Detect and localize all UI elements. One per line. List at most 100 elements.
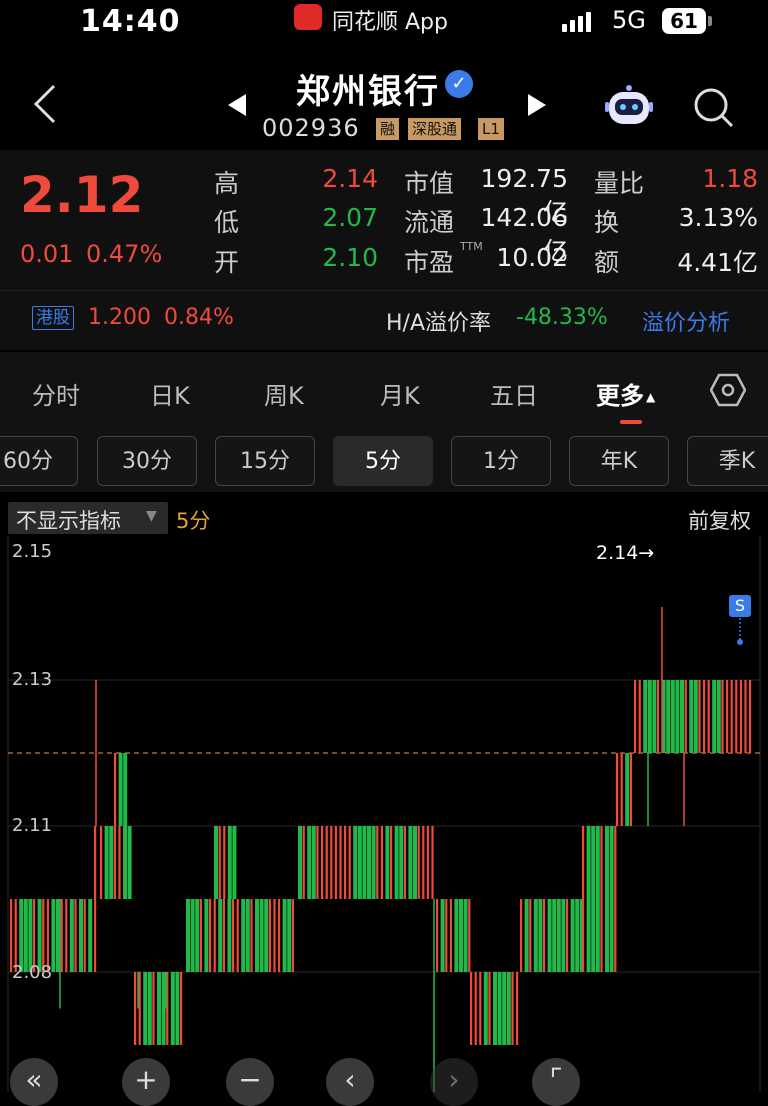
candle-bar	[575, 899, 580, 972]
candle-bar	[506, 972, 511, 1045]
tab-daily-k[interactable]: 日K	[150, 376, 190, 411]
candle-bar	[449, 899, 452, 972]
candle-bar	[371, 826, 376, 899]
prev-stock-icon[interactable]	[226, 92, 248, 124]
premium-analysis-link[interactable]: 溢价分析	[642, 305, 730, 337]
candle-bar	[474, 972, 477, 1045]
candle-bar	[739, 680, 742, 753]
candle-bar	[629, 753, 632, 826]
candle-bar	[431, 826, 434, 899]
candle-bar	[218, 899, 223, 972]
candle-bar	[357, 826, 362, 899]
period-quarter-k[interactable]: 季K	[687, 436, 768, 486]
period-year-k[interactable]: 年K	[569, 436, 669, 486]
label-volume-ratio: 量比	[594, 169, 645, 198]
y-tick-1: 2.15	[12, 541, 53, 562]
candle-bar	[83, 899, 86, 972]
zoom-out-button[interactable]: −	[226, 1058, 274, 1106]
y-tick-3: 2.11	[12, 815, 53, 836]
next-stock-icon[interactable]	[526, 92, 548, 124]
candle-bar	[707, 680, 710, 753]
price-change-pct: 0.47%	[86, 240, 163, 268]
candle-bar	[232, 826, 237, 899]
tag-margin: 融	[376, 118, 400, 140]
candle-bar	[204, 899, 209, 972]
kline-chart[interactable]	[0, 536, 768, 1092]
tab-more[interactable]: 更多 ▲	[596, 376, 655, 411]
candle-bar	[570, 899, 575, 972]
zoom-in-button[interactable]: +	[122, 1058, 170, 1106]
candle-bar	[502, 972, 507, 1045]
battery-icon: 61	[662, 8, 706, 34]
candle-bar	[516, 972, 519, 1045]
candle-bar	[609, 826, 614, 972]
candle-bar	[493, 972, 497, 1045]
candle-bar	[408, 826, 413, 899]
candle-bar	[147, 972, 152, 1045]
candle-bar	[367, 826, 371, 899]
candle-bar	[325, 826, 328, 899]
rewind-button[interactable]: «	[10, 1058, 58, 1106]
tab-monthly-k[interactable]: 月K	[380, 376, 420, 411]
assistant-robot-icon[interactable]	[604, 84, 654, 128]
period-5m[interactable]: 5分	[333, 436, 433, 486]
candle-bar	[399, 826, 404, 899]
chart-settings-icon[interactable]	[709, 372, 747, 412]
last-price: 2.12	[20, 166, 144, 224]
candle-bar	[287, 899, 292, 972]
candle-bar	[726, 680, 729, 753]
candle-bar	[348, 826, 351, 899]
adjust-mode[interactable]: 前复权	[688, 505, 751, 535]
candle-bar	[403, 826, 406, 899]
candle-bar	[227, 899, 232, 972]
period-60m[interactable]: 60分	[0, 436, 78, 486]
candle-bar	[152, 972, 155, 1045]
candle-bar	[79, 899, 83, 972]
candle-bar	[638, 680, 641, 753]
price-change: 0.01	[20, 240, 74, 268]
fullscreen-button[interactable]: ⌜	[532, 1058, 580, 1106]
label-low: 低	[214, 208, 240, 237]
candle-bar	[222, 899, 225, 972]
candle-bar	[334, 826, 337, 899]
candle-bar	[175, 972, 180, 1045]
app-icon	[294, 4, 322, 30]
tab-weekly-k[interactable]: 周K	[264, 376, 304, 411]
candle-bar	[445, 899, 448, 972]
period-30m[interactable]: 30分	[97, 436, 197, 486]
sell-signal-marker[interactable]: S	[729, 595, 751, 617]
candle-bar	[385, 826, 390, 899]
candle-bar	[88, 899, 93, 972]
stock-name: 郑州银行	[296, 72, 440, 112]
candle-bar	[468, 899, 471, 972]
scroll-left-button[interactable]: ‹	[326, 1058, 374, 1106]
verified-icon: ✓	[445, 70, 473, 98]
label-market-cap: 市值	[404, 169, 455, 198]
scroll-right-button[interactable]: ›	[430, 1058, 478, 1106]
signal-icon	[562, 12, 594, 32]
candle-bar	[273, 899, 276, 972]
status-time: 14:40	[80, 4, 181, 39]
candle-bar	[123, 753, 128, 826]
tab-five-day[interactable]: 五日	[490, 376, 538, 411]
candle-bar	[566, 899, 569, 972]
candle-bar	[307, 826, 312, 899]
back-icon[interactable]	[30, 82, 60, 136]
candle-bar	[529, 899, 532, 972]
hk-tag: 港股	[32, 306, 74, 330]
candle-bar	[195, 899, 200, 972]
candle-bar	[730, 680, 733, 753]
candle-bar	[376, 826, 379, 899]
candle-bar	[479, 972, 482, 1045]
candle-bar	[236, 899, 239, 972]
candle-bar	[520, 899, 523, 972]
candle-bar	[470, 972, 473, 1045]
candle-bar	[582, 826, 585, 972]
tab-intraday[interactable]: 分时	[32, 376, 80, 411]
period-15m[interactable]: 15分	[215, 436, 315, 486]
value-low: 2.07	[322, 203, 378, 232]
period-1m[interactable]: 1分	[451, 436, 551, 486]
search-icon[interactable]	[692, 86, 734, 132]
candle-bar	[413, 826, 417, 899]
candle-bar	[459, 899, 463, 972]
